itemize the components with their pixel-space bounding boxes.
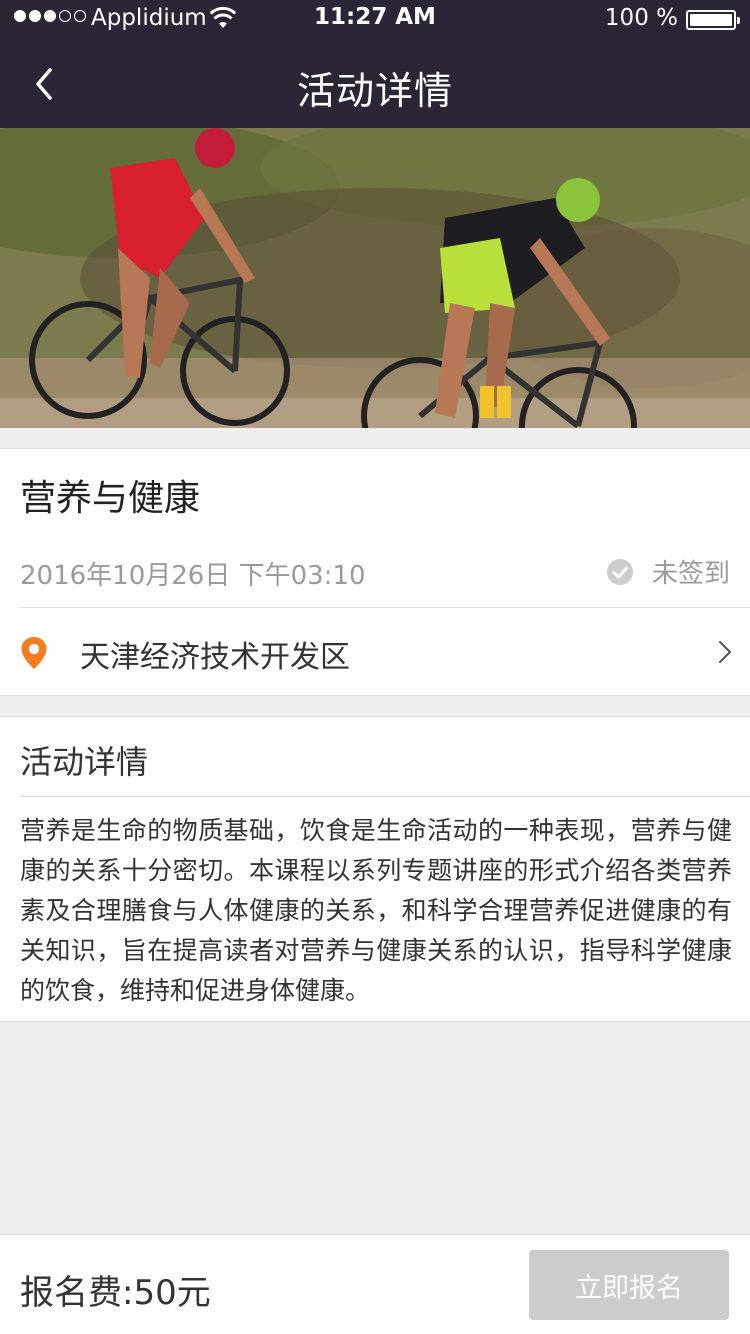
event-datetime: 2016年10月26日 下午03:10 xyxy=(20,561,366,591)
page-title: 活动详情 xyxy=(296,69,453,113)
battery-icon xyxy=(686,10,740,30)
mountain-bike-racers-photo xyxy=(0,128,750,428)
event-title: 营养与健康 xyxy=(20,478,201,519)
location-text: 天津经济技术开发区 xyxy=(80,640,350,675)
checkin-status: 未签到 xyxy=(606,553,730,590)
details-section-title: 活动详情 xyxy=(20,743,149,781)
details-description: 营养是生命的物质基础，饮食是生命活动的一种表现，营养与健康的关系十分密切。本课程… xyxy=(20,816,732,1005)
signup-button[interactable]: 立即报名 xyxy=(529,1250,729,1320)
map-pin-icon xyxy=(21,637,47,669)
check-circle-icon xyxy=(606,558,633,585)
app-screen: Applidium 11:27 AM 100 % 活动详情 营养与健康 2016… xyxy=(0,0,750,1334)
chevron-right-icon xyxy=(719,641,731,663)
details-card: 活动详情 营养是生命的物质基础，饮食是生命活动的一种表现，营养与健康的关系十分密… xyxy=(0,716,750,1022)
status-bar: Applidium 11:27 AM 100 % xyxy=(0,0,750,40)
battery-percentage: 100 % xyxy=(604,5,678,31)
checkin-label: 未签到 xyxy=(651,559,730,589)
location-row[interactable]: 天津经济技术开发区 xyxy=(0,608,750,696)
bottom-bar: 报名费:50元 立即报名 xyxy=(0,1234,750,1334)
top-bar: Applidium 11:27 AM 100 % 活动详情 xyxy=(0,0,750,128)
registration-fee: 报名费:50元 xyxy=(20,1273,211,1313)
hero-image xyxy=(0,128,750,428)
event-info-card: 营养与健康 2016年10月26日 下午03:10 未签到 天津经济技术开发区 xyxy=(0,448,750,696)
divider xyxy=(20,796,750,797)
